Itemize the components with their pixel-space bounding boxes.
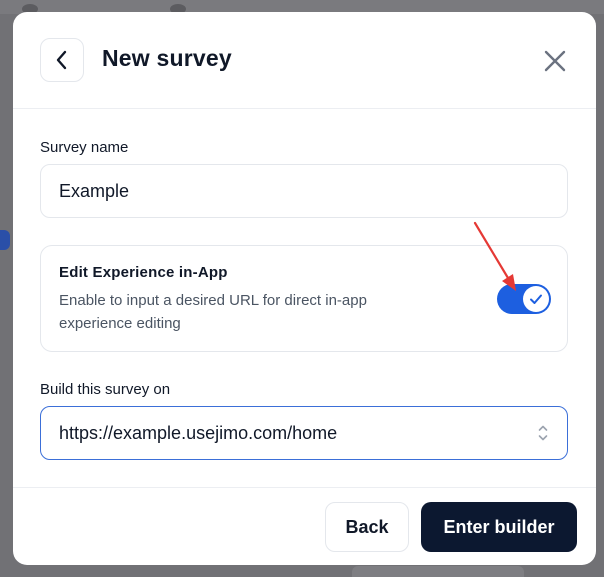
modal-header: New survey	[13, 12, 596, 109]
close-button[interactable]	[542, 48, 568, 74]
build-on-label: Build this survey on	[40, 381, 171, 398]
build-on-url-select[interactable]: https://example.usejimo.com/home	[40, 406, 568, 460]
toggle-knob	[523, 286, 549, 312]
check-icon	[530, 294, 542, 304]
survey-name-input[interactable]: Example	[40, 164, 568, 218]
survey-name-label: Survey name	[40, 139, 129, 156]
edit-in-app-toggle[interactable]	[497, 284, 551, 314]
new-survey-modal: New survey Survey name Example Edit Expe…	[13, 12, 596, 565]
back-icon-button[interactable]	[40, 38, 84, 82]
chevron-left-icon	[56, 50, 67, 70]
back-button[interactable]: Back	[325, 502, 409, 552]
edit-in-app-title: Edit Experience in-App	[59, 264, 228, 281]
edit-in-app-description: Enable to input a desired URL for direct…	[59, 292, 367, 332]
survey-name-value: Example	[59, 180, 130, 201]
modal-footer: Back Enter builder	[13, 487, 596, 565]
close-icon	[544, 50, 566, 72]
chevron-up-down-icon	[538, 425, 548, 441]
modal-title: New survey	[102, 45, 232, 71]
background-badge	[0, 230, 10, 250]
build-on-url-value: https://example.usejimo.com/home	[59, 422, 338, 443]
background-card	[352, 566, 524, 577]
edit-in-app-card: Edit Experience in-App Enable to input a…	[40, 245, 568, 352]
enter-builder-button[interactable]: Enter builder	[421, 502, 577, 552]
